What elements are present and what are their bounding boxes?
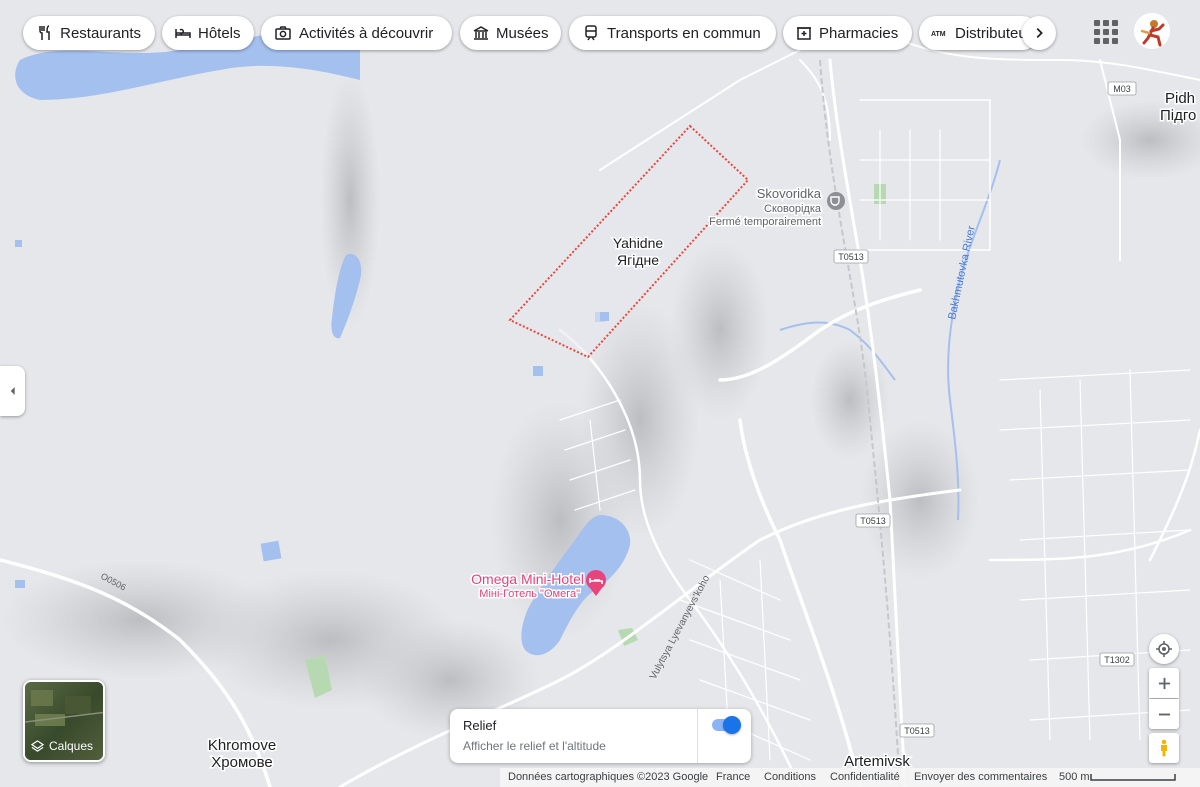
- chip-label: Activités à découvrir: [299, 24, 434, 42]
- train-icon: [581, 23, 601, 43]
- feedback-link[interactable]: Envoyer des commentaires: [914, 771, 1047, 783]
- crosshair-icon: [1156, 641, 1172, 657]
- place-label-yahidne[interactable]: Yahidne: [611, 234, 665, 253]
- relief-toggle-knob[interactable]: [723, 716, 741, 734]
- poi-label-skovoridka-cyrillic[interactable]: Сковорідка: [763, 202, 824, 217]
- place-label-pidh[interactable]: Pidh: [1164, 89, 1197, 109]
- cafe-pin-icon[interactable]: [827, 192, 845, 210]
- scale-label[interactable]: 500 m: [1059, 771, 1090, 783]
- collapse-side-panel-button[interactable]: [0, 366, 25, 416]
- my-location-button[interactable]: [1149, 634, 1179, 664]
- place-label-pidh-cyrillic[interactable]: Підго: [1159, 106, 1198, 126]
- country-link[interactable]: France: [716, 771, 750, 783]
- layers-label: Calques: [49, 739, 94, 753]
- layers-icon: [31, 739, 44, 752]
- atm-icon: ATM: [931, 23, 949, 43]
- road-shield-m03: M03: [1107, 81, 1137, 96]
- chip-atm[interactable]: ATM Distributeurs: [919, 16, 1039, 50]
- chip-restaurants[interactable]: Restaurants: [23, 16, 155, 50]
- svg-text:T0513: T0513: [838, 252, 864, 262]
- pegman-icon: [1161, 739, 1167, 757]
- chip-pharmacies[interactable]: Pharmacies: [783, 16, 912, 50]
- bed-icon: [174, 23, 192, 43]
- pharmacy-icon: [795, 23, 813, 43]
- place-label-khromove-cyrillic[interactable]: Хромове: [210, 753, 275, 773]
- map-footer: Données cartographiques ©2023 Google Fra…: [500, 768, 1200, 787]
- chip-label: Transports en commun: [607, 24, 761, 42]
- privacy-link[interactable]: Confidentialité: [830, 771, 900, 783]
- chip-label: Pharmacies: [819, 24, 899, 42]
- map-canvas[interactable]: M03 T0513 T0513 T0513 T1302 O0506 Yahidn…: [0, 0, 1200, 787]
- relief-subtitle: Afficher le relief et l'altitude: [463, 739, 606, 753]
- camera-icon: [273, 23, 293, 43]
- svg-text:M03: M03: [1113, 84, 1131, 94]
- poi-label-skovoridka[interactable]: Skovoridka: [755, 185, 823, 203]
- chip-label: Musées: [496, 24, 549, 42]
- zoom-out-button[interactable]: [1149, 699, 1179, 729]
- minus-icon: [1158, 713, 1170, 715]
- chip-label: Hôtels: [198, 24, 241, 42]
- poi-label-omega-hotel-cyrillic[interactable]: Міні-Готель "Омега": [478, 587, 582, 602]
- avatar[interactable]: [1134, 13, 1170, 49]
- zoom-in-button[interactable]: [1149, 668, 1179, 698]
- terms-link[interactable]: Conditions: [764, 771, 816, 783]
- museum-icon: [472, 23, 490, 43]
- svg-text:T1302: T1302: [1104, 655, 1130, 665]
- svg-text:ATM: ATM: [931, 31, 946, 38]
- relief-panel[interactable]: Relief Afficher le relief et l'altitude: [450, 709, 751, 763]
- chip-museums[interactable]: Musées: [460, 16, 561, 50]
- svg-text:T0513: T0513: [904, 726, 930, 736]
- chip-hotels[interactable]: Hôtels: [162, 16, 254, 50]
- map-data-credit: Données cartographiques ©2023 Google: [508, 771, 709, 783]
- chip-transit[interactable]: Transports en commun: [569, 16, 776, 50]
- chips-next-button[interactable]: [1022, 16, 1056, 50]
- apps-grid-icon[interactable]: [1092, 18, 1118, 44]
- chevron-right-icon: [1036, 28, 1043, 38]
- place-label-khromove[interactable]: Khromove: [206, 736, 277, 756]
- street-view-pegman[interactable]: [1149, 733, 1179, 763]
- road-shield-t0513: T0513: [899, 723, 935, 738]
- chip-activities[interactable]: Activités à découvrir: [261, 16, 452, 50]
- relief-title: Relief: [463, 718, 497, 733]
- plus-icon: [1158, 677, 1170, 689]
- chip-label: Restaurants: [60, 24, 141, 42]
- poi-status-closed: Fermé temporairement: [709, 216, 821, 228]
- road-shield-t0513: T0513: [855, 513, 891, 528]
- scale-bar: [1090, 774, 1176, 781]
- place-label-yahidne-cyrillic[interactable]: Ягідне: [615, 251, 660, 270]
- svg-text:T0513: T0513: [860, 516, 886, 526]
- road-shield-t0513: T0513: [833, 249, 869, 264]
- chevron-left-icon: [10, 387, 15, 395]
- fork-knife-icon: [35, 23, 54, 43]
- road-shield-t1302: T1302: [1099, 652, 1135, 667]
- divider: [697, 709, 698, 763]
- poi-label-omega-hotel[interactable]: Omega Mini-Hotel: [470, 570, 586, 589]
- layers-button[interactable]: Calques: [23, 680, 105, 762]
